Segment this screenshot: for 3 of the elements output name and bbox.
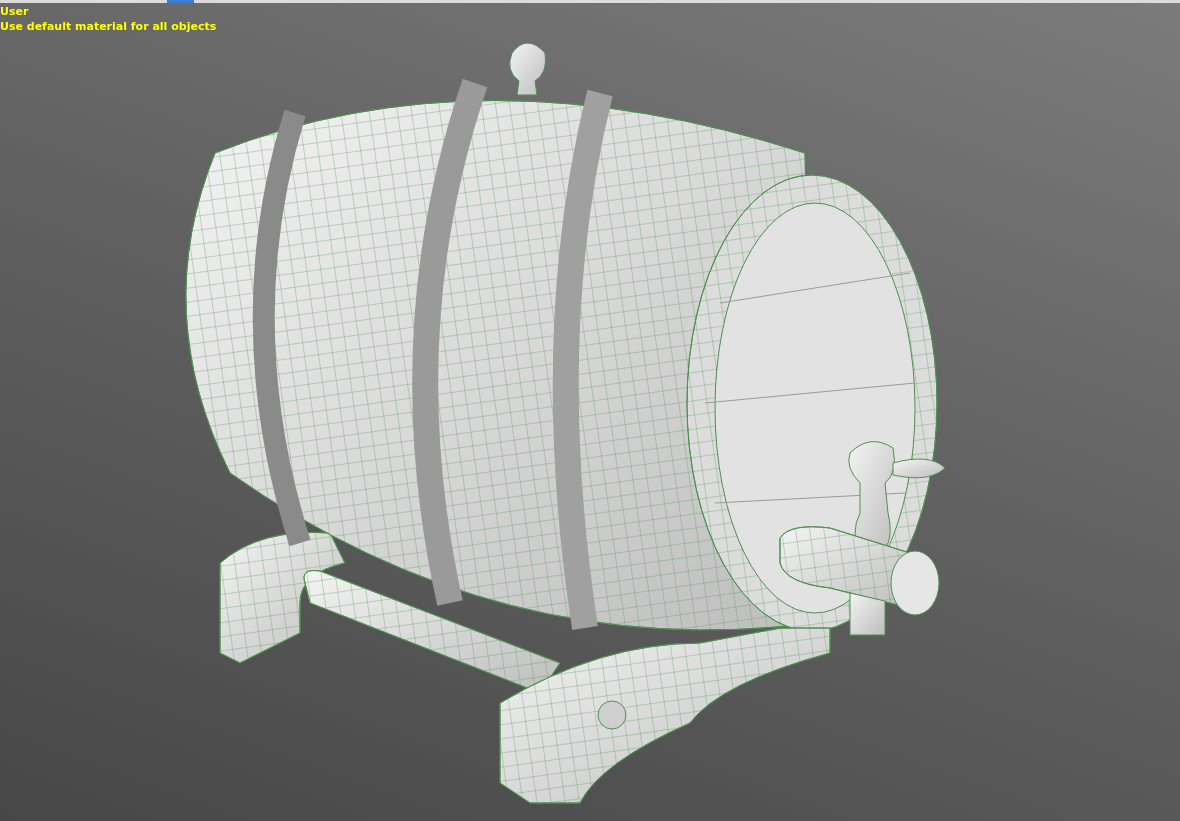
viewport-label[interactable]: User [0,4,29,19]
shading-label[interactable]: Use default material for all objects [0,19,217,34]
tab-marker [167,0,194,3]
